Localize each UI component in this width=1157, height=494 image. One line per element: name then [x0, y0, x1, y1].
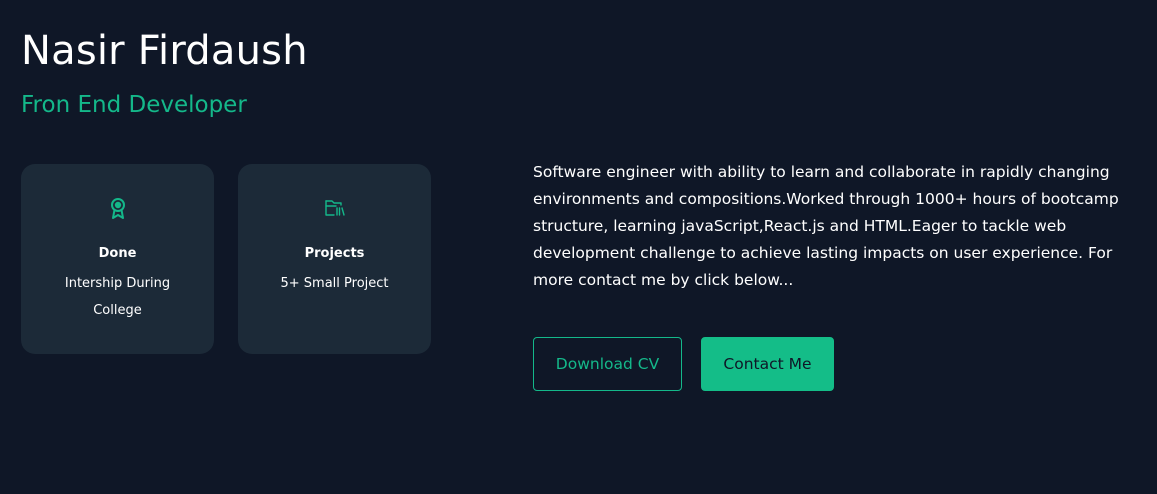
- card-description: 5+ Small Project: [280, 276, 389, 291]
- card-description: Intership During College: [64, 276, 171, 318]
- award-icon: [110, 198, 125, 219]
- experience-card: Done Intership During College: [21, 164, 214, 354]
- card-title: Projects: [304, 246, 365, 261]
- about-section: Nasir Firdaush Fron End Developer Done I…: [0, 0, 1157, 494]
- folder-icon: [324, 200, 345, 216]
- about-text: Software engineer with ability to learn …: [533, 163, 1119, 289]
- projects-card: Projects 5+ Small Project: [238, 164, 431, 354]
- profile-name: Nasir Firdaush: [21, 28, 308, 74]
- card-title: Done: [98, 246, 137, 261]
- profile-role: Fron End Developer: [21, 92, 247, 118]
- contact-me-button[interactable]: Contact Me: [701, 337, 834, 391]
- download-cv-button[interactable]: Download CV: [533, 337, 682, 391]
